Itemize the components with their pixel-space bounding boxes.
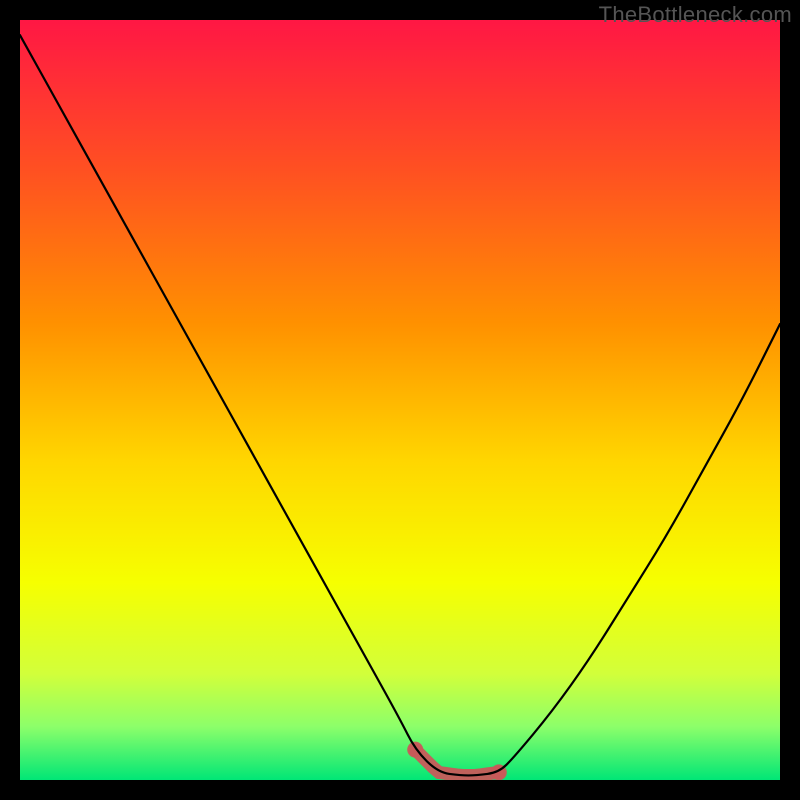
chart-svg	[20, 20, 780, 780]
watermark-text: TheBottleneck.com	[599, 2, 792, 28]
gradient-background	[20, 20, 780, 780]
chart-frame: TheBottleneck.com	[0, 0, 800, 800]
plot-area	[20, 20, 780, 780]
